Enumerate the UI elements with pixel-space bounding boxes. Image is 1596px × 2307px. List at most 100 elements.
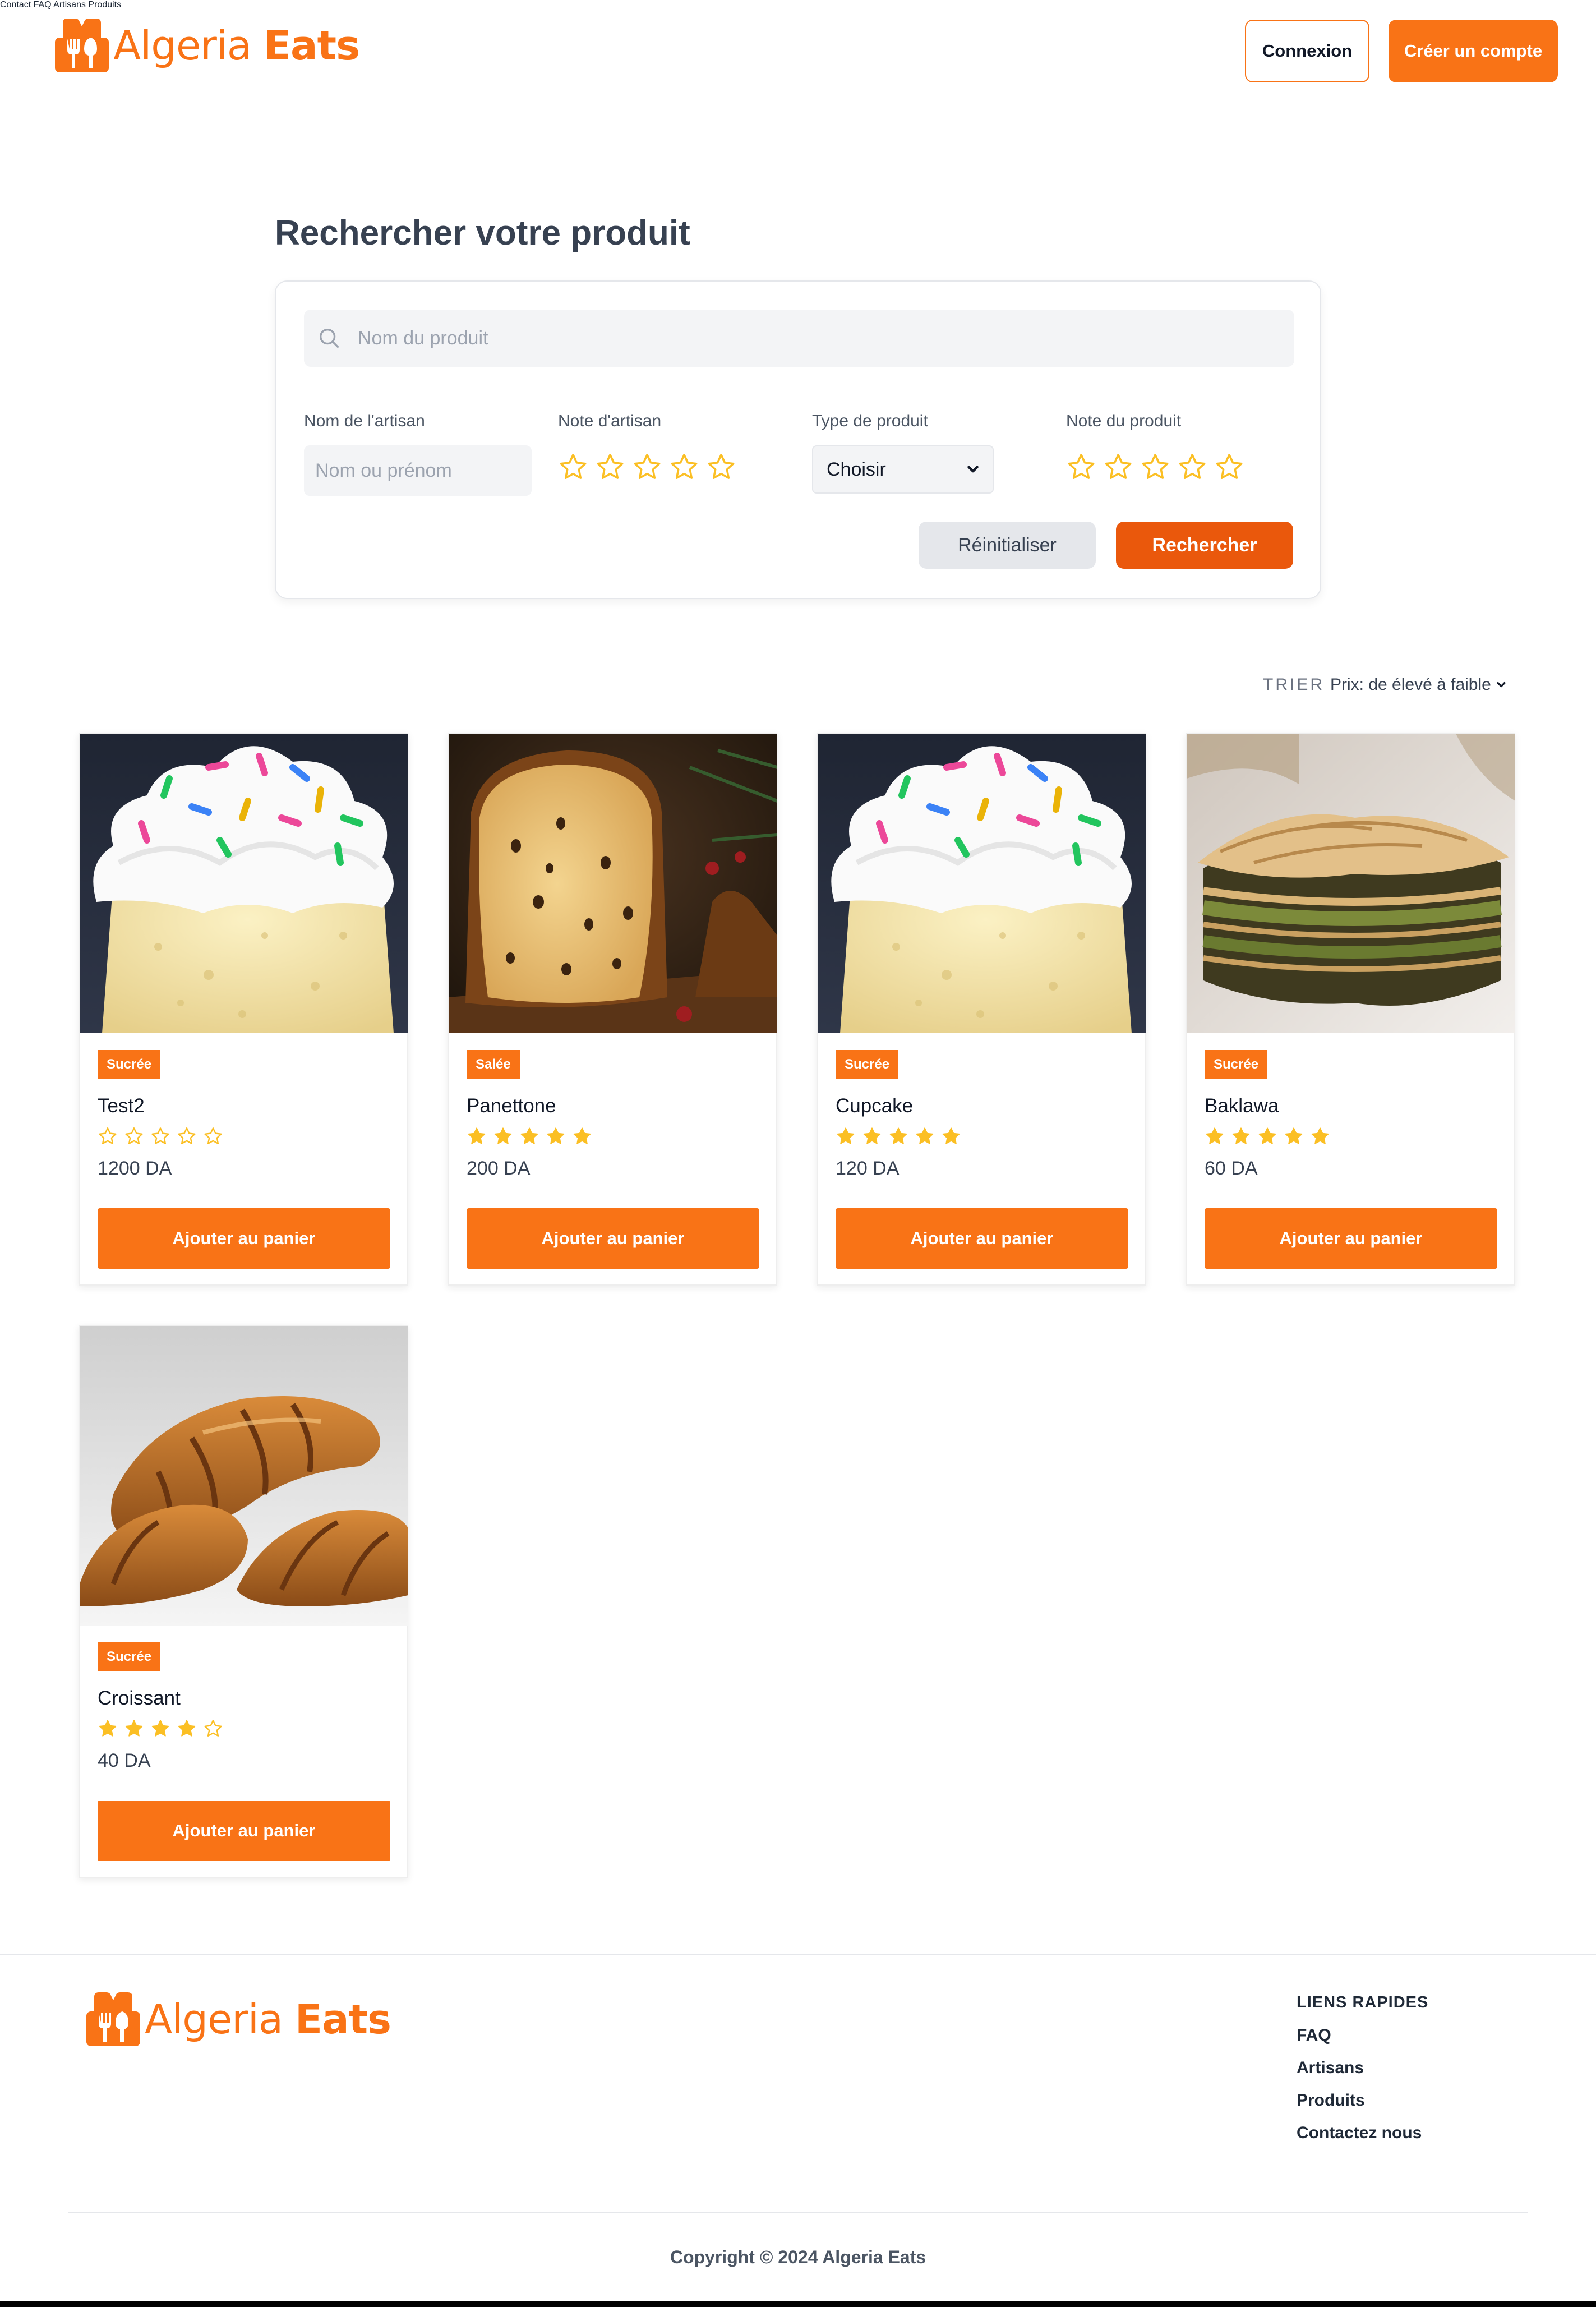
search-title: Rechercher votre produit — [275, 214, 690, 252]
search-button[interactable]: Rechercher — [1116, 522, 1293, 569]
rating-star-button[interactable] — [706, 452, 736, 482]
fork-spoon-logo-icon — [86, 1992, 140, 2046]
cupcake-photo — [80, 734, 408, 1033]
artisan-rating-stars[interactable] — [558, 452, 743, 482]
product-price: 120 DA — [836, 1158, 900, 1179]
sort-select[interactable]: Prix: de élevé à faible — [1330, 675, 1507, 694]
category-badge: Sucrée — [1205, 1050, 1268, 1079]
product-type-value: Choisir — [827, 458, 886, 480]
category-badge: Sucrée — [98, 1642, 161, 1671]
artisan-name-input[interactable] — [304, 445, 532, 496]
category-badge: Salée — [467, 1050, 520, 1079]
product-card: Sucrée Test2 1200 DA Ajouter au panier — [79, 733, 408, 1286]
signup-button[interactable]: Créer un compte — [1389, 20, 1558, 82]
product-name[interactable]: Baklawa — [1205, 1095, 1279, 1117]
quick-links: LIENS RAPIDES FAQ Artisans Produits Cont… — [1297, 1993, 1428, 2156]
nav-link-artisans[interactable]: Artisans — [53, 0, 86, 10]
sort-value: Prix: de élevé à faible — [1330, 675, 1491, 694]
rating-star-button[interactable] — [595, 452, 625, 482]
product-search-bar — [304, 310, 1294, 367]
product-image[interactable] — [818, 734, 1146, 1033]
rating-star-button[interactable] — [669, 452, 699, 482]
main-nav: Contact FAQ Artisans Produits — [0, 0, 1596, 10]
rating-star-button[interactable] — [1066, 452, 1096, 482]
reset-button[interactable]: Réinitialiser — [919, 522, 1096, 569]
product-card: Sucrée Cupcake 120 DA Ajouter au panier — [817, 733, 1146, 1286]
rating-star-button[interactable] — [1103, 452, 1133, 482]
product-image[interactable] — [80, 734, 408, 1033]
rating-star-button[interactable] — [1140, 452, 1170, 482]
product-type-select[interactable]: Choisir — [812, 445, 994, 494]
product-name[interactable]: Panettone — [467, 1095, 556, 1117]
product-name[interactable]: Cupcake — [836, 1095, 913, 1117]
add-to-cart-button[interactable]: Ajouter au panier — [1205, 1208, 1497, 1269]
product-type-label: Type de produit — [812, 412, 928, 430]
star-outline-icon — [708, 454, 735, 479]
add-to-cart-button[interactable]: Ajouter au panier — [98, 1801, 390, 1861]
footer-link-contact[interactable]: Contactez nous — [1297, 2124, 1428, 2156]
star-outline-icon — [1179, 454, 1206, 479]
product-card: Sucrée Croissant 40 DA Ajouter au panier — [79, 1325, 408, 1878]
add-to-cart-button[interactable]: Ajouter au panier — [467, 1208, 759, 1269]
star-filled-icon — [889, 1127, 907, 1144]
star-filled-icon — [178, 1720, 196, 1737]
star-filled-icon — [1258, 1127, 1276, 1144]
artisan-rating-label: Note d'artisan — [558, 412, 662, 430]
star-filled-icon — [1206, 1127, 1224, 1144]
star-outline-icon — [1068, 454, 1095, 479]
rating-star-button[interactable] — [632, 452, 662, 482]
product-rating-stars[interactable] — [1066, 452, 1251, 482]
star-filled-icon — [125, 1720, 143, 1737]
star-filled-icon — [863, 1127, 881, 1144]
product-search-input[interactable] — [358, 327, 1255, 349]
product-card: Sucrée Baklawa 60 DA Ajouter au panier — [1186, 733, 1515, 1286]
quick-links-title: LIENS RAPIDES — [1297, 1993, 1429, 2011]
footer-link-produits[interactable]: Produits — [1297, 2091, 1428, 2124]
login-button[interactable]: Connexion — [1245, 20, 1369, 82]
copyright-text: Copyright © 2024 Algeria Eats — [670, 2247, 926, 2267]
star-outline-icon — [204, 1720, 222, 1737]
croissant-photo — [80, 1326, 408, 1626]
product-rating — [1205, 1126, 1336, 1146]
product-image[interactable] — [80, 1326, 408, 1626]
cupcake-photo — [818, 734, 1146, 1033]
footer-link-artisans[interactable]: Artisans — [1297, 2059, 1428, 2091]
rating-star-button[interactable] — [558, 452, 588, 482]
star-outline-icon — [151, 1127, 169, 1144]
footer-link-faq[interactable]: FAQ — [1297, 2026, 1428, 2059]
star-outline-icon — [204, 1127, 222, 1144]
star-filled-icon — [837, 1127, 855, 1144]
star-outline-icon — [560, 454, 587, 479]
product-image[interactable] — [1187, 734, 1515, 1033]
star-filled-icon — [1285, 1127, 1303, 1144]
star-outline-icon — [1105, 454, 1132, 479]
rating-star-button[interactable] — [1214, 452, 1244, 482]
product-name[interactable]: Croissant — [98, 1687, 181, 1710]
star-filled-icon — [916, 1127, 934, 1144]
brand-logo[interactable]: Algeria Eats — [55, 17, 360, 73]
panettone-photo — [449, 734, 777, 1033]
sort-label: TRIER — [1263, 675, 1325, 694]
footer-brand-logo[interactable]: Algeria Eats — [86, 1991, 391, 2047]
category-badge: Sucrée — [98, 1050, 161, 1079]
nav-link-faq[interactable]: FAQ — [34, 0, 52, 10]
product-name[interactable]: Test2 — [98, 1095, 145, 1117]
brand-name: Algeria Eats — [113, 22, 360, 69]
product-image[interactable] — [449, 734, 777, 1033]
nav-link-produits[interactable]: Produits — [88, 0, 121, 10]
star-outline-icon — [125, 1127, 143, 1144]
nav-link-contact[interactable]: Contact — [0, 0, 31, 10]
star-outline-icon — [671, 454, 698, 479]
site-header: Algeria Eats Contact FAQ Artisans Produi… — [0, 0, 1596, 101]
fork-spoon-logo-icon — [55, 19, 109, 72]
rating-star-button[interactable] — [1177, 452, 1207, 482]
product-rating — [836, 1126, 967, 1146]
product-price: 40 DA — [98, 1750, 151, 1771]
product-rating-label: Note du produit — [1066, 412, 1182, 430]
star-filled-icon — [573, 1127, 591, 1144]
star-outline-icon — [1216, 454, 1243, 479]
add-to-cart-button[interactable]: Ajouter au panier — [836, 1208, 1128, 1269]
add-to-cart-button[interactable]: Ajouter au panier — [98, 1208, 390, 1269]
chevron-down-icon — [967, 466, 979, 473]
star-outline-icon — [178, 1127, 196, 1144]
